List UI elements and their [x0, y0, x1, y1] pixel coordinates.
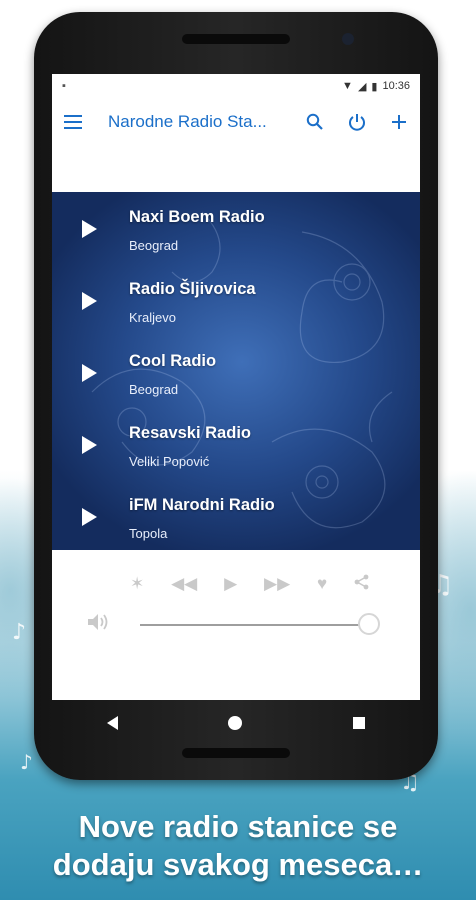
status-bar: ▪ ▼ ◢ ▮ 10:36: [52, 74, 420, 98]
station-name: iFM Narodni Radio: [129, 496, 275, 514]
player-panel: ✶ ◀◀ ▶ ▶▶ ♥: [52, 550, 420, 700]
search-icon[interactable]: [302, 109, 328, 135]
app-toolbar: Narodne Radio Sta...: [52, 98, 420, 146]
station-row[interactable]: Radio Šljivovica Kraljevo: [52, 268, 420, 340]
station-row[interactable]: Resavski Radio Veliki Popović: [52, 412, 420, 484]
sd-card-icon: ▪: [62, 80, 66, 92]
station-name: Cool Radio: [129, 352, 217, 370]
station-list: Naxi Boem Radio Beograd Radio Šljivovica Kr…: [52, 192, 420, 550]
station-city: Beograd: [129, 238, 179, 253]
volume-slider-fill: [140, 624, 370, 626]
phone-device: ▪ ▼ ◢ ▮ 10:36 Narodne Radio Sta... Naxi …: [34, 12, 438, 780]
play-button-icon[interactable]: ▶: [224, 574, 237, 594]
volume-icon[interactable]: [87, 612, 109, 637]
play-icon[interactable]: [82, 508, 97, 526]
app-title: Narodne Radio Sta...: [108, 112, 267, 131]
back-nav-button[interactable]: [107, 716, 119, 730]
home-nav-button[interactable]: [228, 716, 243, 730]
promo-line-2: dodaju svakog meseca…: [52, 847, 424, 882]
recents-nav-button[interactable]: [352, 717, 365, 729]
volume-slider-track[interactable]: [140, 624, 374, 626]
station-city: Topola: [129, 526, 168, 541]
station-name: Radio Šljivovica: [129, 280, 256, 298]
station-city: Beograd: [129, 382, 179, 397]
fast-forward-icon[interactable]: ▶▶: [264, 574, 290, 594]
wifi-icon: ▼: [342, 80, 353, 92]
share-icon[interactable]: [354, 574, 370, 595]
play-icon[interactable]: [82, 292, 97, 310]
player-controls: ✶ ◀◀ ▶ ▶▶ ♥: [130, 572, 370, 596]
power-icon[interactable]: [344, 109, 370, 135]
station-name: Resavski Radio: [129, 424, 251, 442]
android-nav-bar: [52, 700, 420, 746]
signal-icon: ◢: [357, 80, 367, 93]
heart-icon[interactable]: ♥: [317, 574, 327, 594]
rewind-icon[interactable]: ◀◀: [171, 574, 197, 594]
phone-camera: [342, 33, 354, 45]
station-name: Naxi Boem Radio: [129, 208, 265, 226]
volume-slider-thumb[interactable]: [358, 613, 381, 635]
promo-line-1: Nove radio stanice se: [78, 809, 398, 844]
app-screen: ▪ ▼ ◢ ▮ 10:36 Narodne Radio Sta... Naxi …: [52, 74, 420, 700]
favorite-star-icon[interactable]: ✶: [130, 574, 144, 594]
add-icon[interactable]: [386, 109, 412, 135]
promo-caption: Nove radio stanice se dodaju svakog mese…: [0, 808, 476, 884]
battery-icon: ▮: [371, 80, 378, 93]
play-icon[interactable]: [82, 220, 97, 238]
status-time: 10:36: [382, 80, 410, 92]
station-row[interactable]: iFM Narodni Radio Topola: [52, 484, 420, 550]
play-icon[interactable]: [82, 436, 97, 454]
play-icon[interactable]: [82, 364, 97, 382]
phone-earpiece: [182, 34, 290, 44]
station-city: Veliki Popović: [129, 454, 210, 469]
station-city: Kraljevo: [129, 310, 176, 325]
music-note-icon: ♪: [12, 620, 27, 645]
station-row[interactable]: Naxi Boem Radio Beograd: [52, 196, 420, 268]
music-note-icon: ♪: [20, 750, 33, 774]
station-row[interactable]: Cool Radio Beograd: [52, 340, 420, 412]
phone-speaker: [182, 748, 290, 758]
menu-icon[interactable]: [60, 109, 86, 135]
